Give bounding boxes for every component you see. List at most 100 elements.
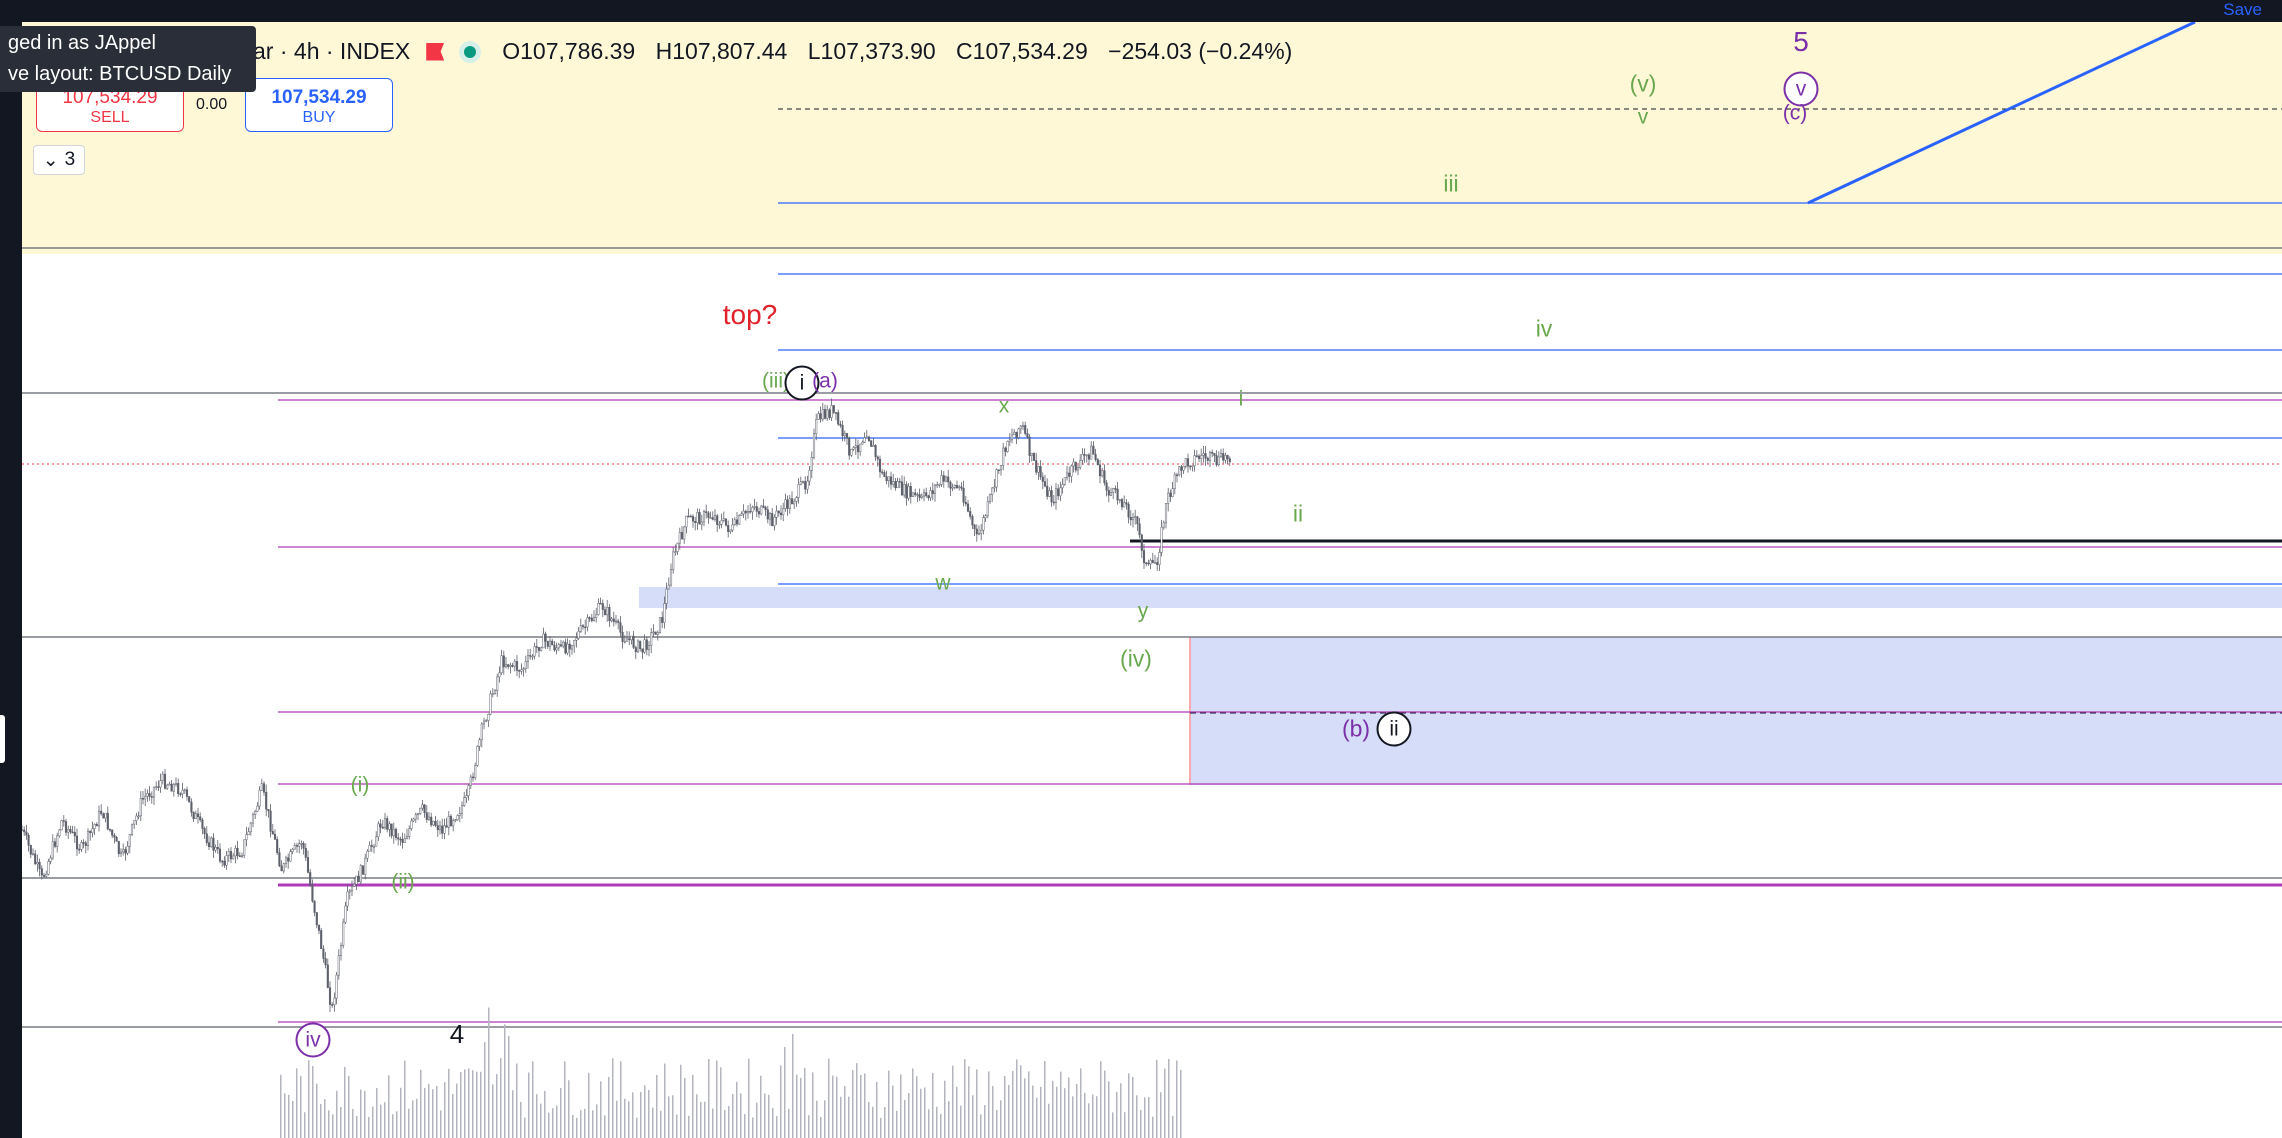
wave-label[interactable]: top? xyxy=(723,301,778,329)
wave-label[interactable]: w xyxy=(935,573,950,594)
volume-bar xyxy=(620,1061,622,1138)
volume-bar xyxy=(972,1095,974,1138)
volume-bar xyxy=(688,1115,690,1138)
support-zone-lower xyxy=(1190,637,2282,785)
candle-body xyxy=(623,641,626,643)
volume-bar xyxy=(1024,1078,1026,1138)
candle-body xyxy=(71,831,74,834)
save-button[interactable]: Save xyxy=(2223,0,2262,20)
candle-body xyxy=(1125,502,1128,505)
candle-body xyxy=(612,618,615,622)
wave-label[interactable]: 5 xyxy=(1793,28,1809,56)
candle-body xyxy=(315,912,318,926)
candle-body xyxy=(850,448,853,456)
candle-body xyxy=(713,515,717,520)
candle-body xyxy=(423,804,426,813)
candle-body xyxy=(1035,460,1038,473)
candle-body xyxy=(205,833,208,843)
candle-body xyxy=(1048,490,1051,497)
wave-label[interactable]: (a) xyxy=(812,371,838,392)
candle-body xyxy=(284,857,288,864)
drawing-tool-handle[interactable] xyxy=(0,715,5,763)
wave-label[interactable]: y xyxy=(1138,601,1149,622)
candle-body xyxy=(793,501,796,505)
candle-body xyxy=(775,510,778,518)
wave-label[interactable]: (iv) xyxy=(1120,647,1152,671)
candle-body xyxy=(40,868,43,876)
candle-body xyxy=(36,861,39,865)
volume-bar xyxy=(544,1090,546,1138)
wave-label[interactable]: (c) xyxy=(1783,103,1808,124)
wave-label[interactable]: (v) xyxy=(1630,72,1657,96)
candle-body xyxy=(749,511,752,513)
symbol-title[interactable]: ollar · 4h · INDEX xyxy=(230,38,410,65)
buy-button[interactable]: 107,534.29 BUY xyxy=(245,78,393,132)
volume-bar xyxy=(868,1102,870,1138)
candle-body xyxy=(84,842,87,846)
volume-bar xyxy=(1072,1096,1074,1138)
wave-label-circled[interactable]: ii xyxy=(1376,711,1412,747)
volume-bar xyxy=(364,1090,366,1138)
price-chart[interactable] xyxy=(22,22,2282,1138)
volume-bar xyxy=(1080,1068,1082,1138)
collapse-indicators-button[interactable]: ⌄ 3 xyxy=(33,145,85,175)
wave-label[interactable]: (b) xyxy=(1342,717,1370,741)
wave-label[interactable]: ii xyxy=(1293,502,1303,526)
candle-body xyxy=(69,828,72,833)
volume-bar xyxy=(528,1072,530,1138)
candle-body xyxy=(740,513,743,516)
candle-body xyxy=(452,820,455,827)
candle-body xyxy=(784,499,787,509)
candle-body xyxy=(89,830,92,834)
wave-label[interactable]: v xyxy=(1638,107,1649,128)
candle-body xyxy=(610,618,613,621)
candle-body xyxy=(520,669,523,672)
candle-body xyxy=(694,521,697,523)
candle-body xyxy=(735,519,739,525)
candle-body xyxy=(568,643,571,650)
candle-body xyxy=(441,825,444,834)
wave-label[interactable]: x xyxy=(999,396,1010,417)
candle-body xyxy=(828,409,831,418)
wave-label[interactable]: (i) xyxy=(351,775,370,796)
candle-body xyxy=(718,523,721,526)
wave-label-circled[interactable]: iv xyxy=(295,1022,331,1058)
candle-body xyxy=(236,848,239,857)
volume-bar xyxy=(684,1077,686,1138)
candle-body xyxy=(502,655,505,668)
candle-body xyxy=(782,508,785,516)
volume-bar xyxy=(988,1071,990,1138)
flag-icon[interactable] xyxy=(426,42,445,61)
candle-body xyxy=(82,842,85,844)
candle-body xyxy=(751,507,754,513)
wave-label[interactable]: 4 xyxy=(450,1021,464,1047)
candle-body xyxy=(1156,562,1159,566)
volume-bar xyxy=(668,1096,670,1138)
chart-canvas[interactable] xyxy=(22,22,2282,1138)
support-zone-upper xyxy=(639,587,2282,608)
candle-body xyxy=(881,471,884,474)
wave-label[interactable]: (ii) xyxy=(391,872,414,893)
candle-body xyxy=(1178,466,1181,476)
candle-body xyxy=(687,515,690,518)
candle-body xyxy=(1052,501,1055,504)
volume-bar xyxy=(288,1094,290,1138)
candle-body xyxy=(1026,433,1029,438)
wave-label[interactable]: iii xyxy=(1443,172,1458,196)
candle-body xyxy=(971,516,974,526)
volume-bar xyxy=(432,1089,434,1138)
candle-body xyxy=(394,828,398,838)
candle-body xyxy=(852,447,855,450)
wave-label[interactable]: i xyxy=(1239,389,1244,410)
candle-body xyxy=(1173,474,1176,489)
candle-body xyxy=(172,784,175,792)
candle-body xyxy=(124,849,127,854)
candle-body xyxy=(496,676,499,691)
volume-bar xyxy=(836,1076,838,1138)
candle-body xyxy=(201,819,204,829)
candle-body xyxy=(139,798,142,817)
candle-body xyxy=(1208,452,1212,461)
wave-label[interactable]: iv xyxy=(1536,317,1553,341)
candle-body xyxy=(130,823,134,835)
candle-body xyxy=(588,617,591,619)
